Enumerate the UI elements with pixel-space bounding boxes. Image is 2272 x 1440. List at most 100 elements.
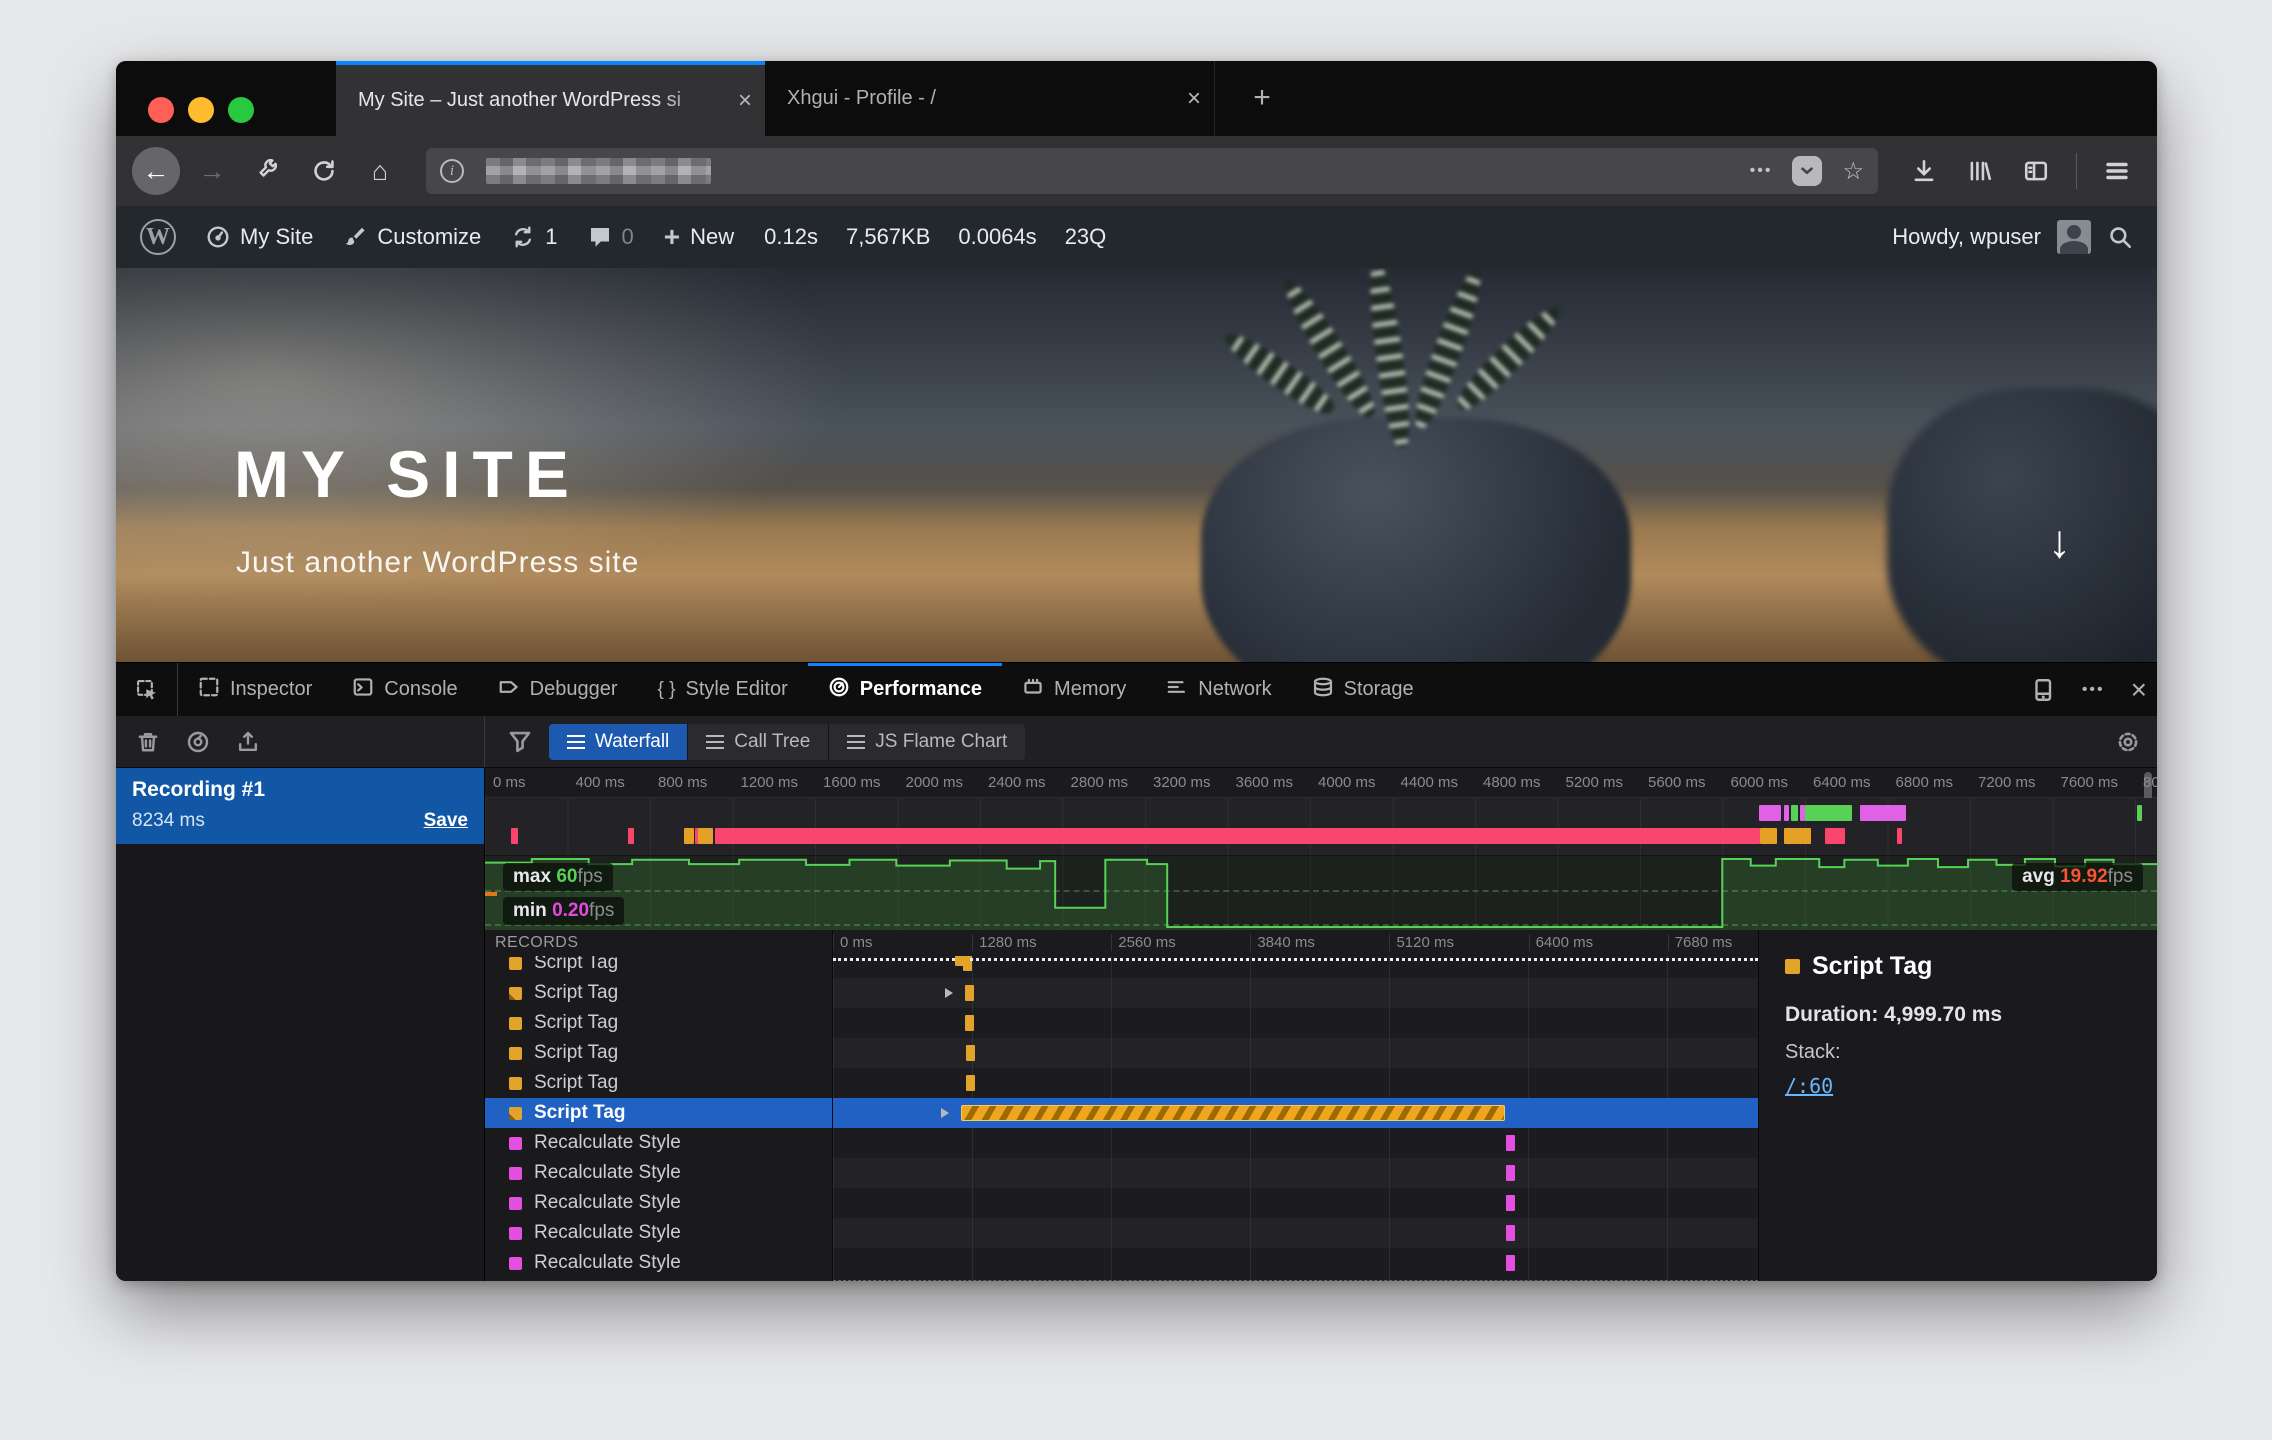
record-row-track[interactable] bbox=[833, 1218, 1758, 1248]
record-row-label[interactable]: Script Tag bbox=[485, 1068, 832, 1098]
wp-customize-menu[interactable]: Customize bbox=[343, 224, 481, 250]
selection-dotted-line[interactable] bbox=[833, 958, 1758, 961]
wp-new-menu[interactable]: + New bbox=[664, 221, 734, 253]
tab-xhgui[interactable]: Xhgui - Profile - / × bbox=[765, 61, 1215, 136]
wp-howdy-menu[interactable]: Howdy, wpuser bbox=[1892, 224, 2041, 250]
record-row-label[interactable]: Recalculate Style bbox=[485, 1218, 832, 1248]
record-row-track[interactable] bbox=[833, 1128, 1758, 1158]
overview-segment bbox=[1760, 828, 1777, 844]
close-tab-icon[interactable]: × bbox=[1174, 85, 1214, 113]
recalc-marker-icon bbox=[509, 1257, 522, 1270]
record-bar[interactable] bbox=[1506, 1225, 1515, 1241]
record-row-label[interactable]: Script Tag bbox=[485, 1098, 832, 1128]
record-row-track[interactable] bbox=[833, 1038, 1758, 1068]
avatar[interactable] bbox=[2057, 220, 2091, 254]
devtools-menu-icon[interactable]: ••• bbox=[2082, 681, 2105, 699]
record-row-track[interactable] bbox=[833, 1158, 1758, 1188]
recording-name: Recording #1 bbox=[132, 778, 468, 802]
search-icon[interactable] bbox=[2107, 224, 2133, 250]
devtools-tab-inspector[interactable]: Inspector bbox=[178, 663, 332, 716]
wp-logo-menu[interactable]: W bbox=[140, 219, 176, 255]
record-row-label[interactable]: Recalculate Style bbox=[485, 1248, 832, 1278]
bookmark-star-icon[interactable]: ☆ bbox=[1842, 157, 1864, 186]
scroll-down-arrow-icon[interactable]: ↓ bbox=[2048, 514, 2071, 568]
devtools-tab-performance[interactable]: Performance bbox=[808, 663, 1002, 716]
record-bar[interactable] bbox=[1506, 1135, 1515, 1151]
expand-arrow-icon[interactable] bbox=[941, 1108, 949, 1118]
record-bar[interactable] bbox=[966, 1075, 975, 1091]
record-bar[interactable] bbox=[965, 1015, 974, 1031]
devtools-tab-console[interactable]: Console bbox=[332, 663, 477, 716]
url-bar[interactable]: i ••• ☆ bbox=[426, 148, 1878, 194]
zoom-window-button[interactable] bbox=[228, 97, 254, 123]
minimize-window-button[interactable] bbox=[188, 97, 214, 123]
braces-icon: { } bbox=[658, 679, 676, 701]
view-tab-call-tree[interactable]: Call Tree bbox=[688, 724, 829, 760]
close-window-button[interactable] bbox=[148, 97, 174, 123]
record-bar[interactable] bbox=[966, 1045, 975, 1061]
page-actions-icon[interactable]: ••• bbox=[1750, 162, 1773, 180]
save-recording-link[interactable]: Save bbox=[424, 810, 468, 832]
stack-frame-link[interactable]: /:60 bbox=[1785, 1074, 2131, 1098]
settings-gear-icon[interactable] bbox=[2115, 729, 2141, 755]
record-row-label[interactable]: Recalculate Style bbox=[485, 1158, 832, 1188]
close-tab-icon[interactable]: × bbox=[725, 87, 765, 115]
menu-button[interactable] bbox=[2093, 147, 2141, 195]
wp-my-site-menu[interactable]: My Site bbox=[206, 224, 313, 250]
wp-comments-menu[interactable]: 0 bbox=[588, 224, 634, 250]
downloads-button[interactable] bbox=[1900, 147, 1948, 195]
pocket-icon[interactable] bbox=[1792, 156, 1822, 186]
recording-duration: 8234 ms bbox=[132, 810, 205, 832]
fps-graph[interactable]: max 60fps min 0.20fps avg 19.92fps bbox=[485, 855, 2157, 930]
forward-button[interactable]: → bbox=[188, 147, 236, 195]
developer-tools-button[interactable] bbox=[244, 147, 292, 195]
record-bar[interactable] bbox=[1506, 1165, 1515, 1181]
tab-my-site[interactable]: My Site – Just another WordPress si × bbox=[336, 61, 765, 136]
record-row-label[interactable]: Recalculate Style bbox=[485, 1188, 832, 1218]
devtools-tab-debugger[interactable]: Debugger bbox=[478, 663, 638, 716]
devtools-tab-network[interactable]: Network bbox=[1146, 663, 1291, 716]
record-performance-icon[interactable] bbox=[186, 730, 210, 754]
responsive-design-icon[interactable] bbox=[2032, 678, 2056, 702]
record-row-track[interactable] bbox=[833, 1248, 1758, 1278]
pick-element-button[interactable] bbox=[116, 663, 178, 716]
overview-track[interactable] bbox=[485, 798, 2157, 855]
filter-icon[interactable] bbox=[507, 729, 533, 755]
record-row-label[interactable]: Script Tag bbox=[485, 1038, 832, 1068]
devtools-close-icon[interactable]: × bbox=[2131, 674, 2147, 706]
performance-main: Recording #1 8234 ms Save 0 ms400 ms800 … bbox=[116, 768, 2157, 1281]
record-bar[interactable] bbox=[1506, 1195, 1515, 1211]
record-row-track[interactable] bbox=[833, 1098, 1758, 1128]
wp-updates-menu[interactable]: 1 bbox=[511, 224, 557, 250]
record-row-track[interactable] bbox=[833, 1188, 1758, 1218]
record-bar[interactable] bbox=[961, 1105, 1504, 1121]
recording-item[interactable]: Recording #1 8234 ms Save bbox=[116, 768, 484, 844]
record-bar[interactable] bbox=[965, 985, 974, 1001]
new-tab-button[interactable]: + bbox=[1240, 79, 1284, 119]
back-button[interactable]: ← bbox=[132, 147, 180, 195]
library-button[interactable] bbox=[1956, 147, 2004, 195]
record-row-label[interactable]: Recalculate Style bbox=[485, 1128, 832, 1158]
record-bar[interactable] bbox=[1506, 1255, 1515, 1271]
sidebars-button[interactable] bbox=[2012, 147, 2060, 195]
record-row-label[interactable]: Script Tag bbox=[485, 978, 832, 1008]
record-row-track[interactable] bbox=[833, 978, 1758, 1008]
view-tab-waterfall[interactable]: Waterfall bbox=[549, 724, 688, 760]
record-row-label[interactable]: Script Tag bbox=[485, 1008, 832, 1038]
devtools-tab-style-editor[interactable]: { }Style Editor bbox=[638, 663, 808, 716]
expand-arrow-icon[interactable] bbox=[945, 988, 953, 998]
record-row-track[interactable] bbox=[833, 1008, 1758, 1038]
storage-icon bbox=[1312, 676, 1334, 704]
clear-recordings-icon[interactable] bbox=[136, 730, 160, 754]
range-marker[interactable] bbox=[955, 956, 967, 966]
view-tab-js-flame-chart[interactable]: JS Flame Chart bbox=[829, 724, 1025, 760]
devtools-tab-memory[interactable]: Memory bbox=[1002, 663, 1146, 716]
reload-button[interactable] bbox=[300, 147, 348, 195]
site-info-icon[interactable]: i bbox=[440, 159, 464, 183]
home-button[interactable]: ⌂ bbox=[356, 147, 404, 195]
record-row-track[interactable] bbox=[833, 1068, 1758, 1098]
devtools-tab-storage[interactable]: Storage bbox=[1292, 663, 1434, 716]
ruler-tick: 4800 ms bbox=[1483, 774, 1541, 791]
import-recording-icon[interactable] bbox=[236, 730, 260, 754]
record-row-label[interactable]: Script Tag bbox=[485, 956, 832, 978]
